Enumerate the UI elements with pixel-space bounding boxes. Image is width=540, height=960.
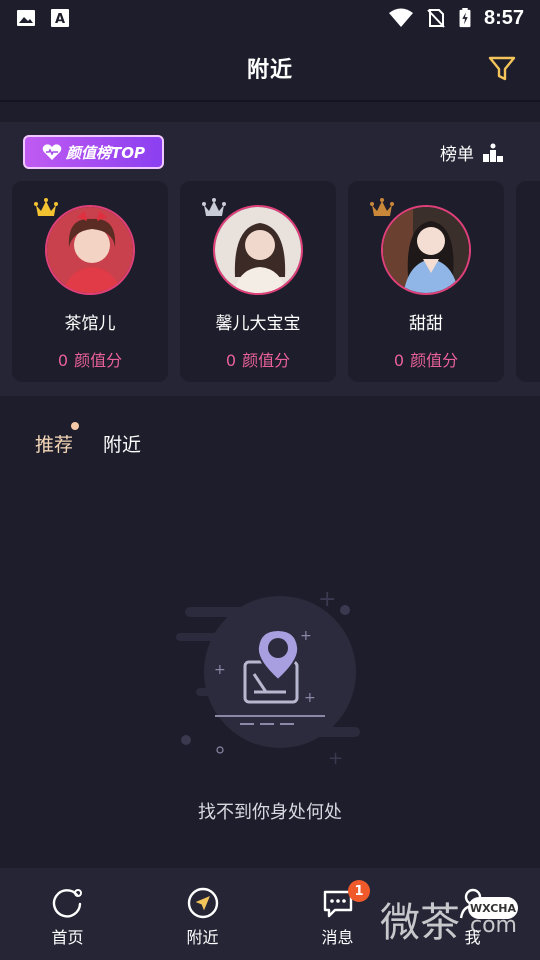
card-name: 馨儿大宝宝 — [215, 314, 301, 334]
nav-home[interactable]: 首页 — [0, 868, 135, 960]
crown-icon — [202, 198, 226, 216]
image-icon — [17, 10, 35, 26]
avatar — [45, 205, 135, 295]
unread-badge: 1 — [348, 880, 370, 902]
empty-state-message: 找不到你身处何处 — [198, 802, 342, 823]
svg-text:+: + — [300, 628, 312, 644]
feed-tabs: 推荐 附近 — [35, 422, 141, 457]
nav-home-label: 首页 — [51, 928, 84, 947]
crown-icon — [34, 198, 58, 216]
tab-nearby[interactable]: 附近 — [103, 430, 141, 457]
clock: 8:57 — [483, 6, 524, 29]
wifi-icon — [388, 8, 413, 27]
header-divider — [0, 100, 540, 102]
avatar — [213, 205, 303, 295]
battery-charging-icon — [459, 8, 471, 28]
svg-text:+: + — [304, 690, 316, 706]
card-name: 茶馆儿 — [64, 314, 116, 334]
nav-messages[interactable]: 消息 1 — [270, 868, 405, 960]
card-name: 甜甜 — [409, 314, 443, 334]
app-screen: A 8:57 附近 颜值榜TOP 榜单 茶馆儿 0 颜值分 馨儿大宝宝 0 颜值… — [0, 0, 540, 960]
svg-text:A: A — [55, 12, 65, 27]
nav-nearby[interactable]: 附近 — [135, 868, 270, 960]
nav-nearby-label: 附近 — [186, 928, 219, 947]
svg-text:+: + — [318, 587, 336, 612]
beauty-top-label: 颜值榜TOP — [66, 143, 145, 162]
watermark-suffix: com — [470, 913, 517, 938]
crown-icon — [370, 198, 394, 216]
filter-icon[interactable] — [486, 52, 518, 84]
no-sim-icon — [427, 9, 445, 28]
tab-recommend[interactable]: 推荐 — [35, 422, 80, 457]
top-bar: 附近 — [0, 36, 540, 100]
bottom-nav: 首页 附近 消息 1 我 — [0, 868, 540, 960]
font-icon: A — [51, 9, 69, 27]
svg-text:+: + — [214, 662, 226, 678]
card-score: 0 颜值分 — [57, 351, 123, 370]
beauty-top-badge[interactable]: 颜值榜TOP — [23, 135, 164, 169]
card-score: 0 颜值分 — [393, 351, 459, 370]
avatar — [381, 205, 471, 295]
nearby-icon — [187, 887, 218, 919]
location-empty-illustration: + + + + + — [176, 587, 360, 769]
page-title: 附近 — [246, 58, 293, 83]
ranking-card-partial[interactable] — [516, 181, 540, 382]
heart-icon — [42, 144, 62, 160]
ranking-card[interactable]: 茶馆儿 0 颜值分 — [12, 181, 168, 382]
status-bar: A 8:57 — [0, 0, 540, 36]
home-icon — [52, 889, 82, 918]
beauty-ranking-section: 颜值榜TOP 榜单 茶馆儿 0 颜值分 馨儿大宝宝 0 颜值分 甜甜 0 颜值分 — [0, 122, 540, 396]
podium-icon — [483, 143, 503, 162]
card-score: 0 颜值分 — [225, 351, 291, 370]
nav-messages-label: 消息 — [321, 928, 354, 947]
ranking-list-link[interactable]: 榜单 — [440, 140, 504, 165]
svg-text:+: + — [328, 748, 343, 769]
ranking-card[interactable]: 馨儿大宝宝 0 颜值分 — [180, 181, 336, 382]
ranking-card[interactable]: 甜甜 0 颜值分 — [348, 181, 504, 382]
ranking-list-label: 榜单 — [440, 145, 474, 165]
tab-indicator-dot — [71, 422, 80, 430]
